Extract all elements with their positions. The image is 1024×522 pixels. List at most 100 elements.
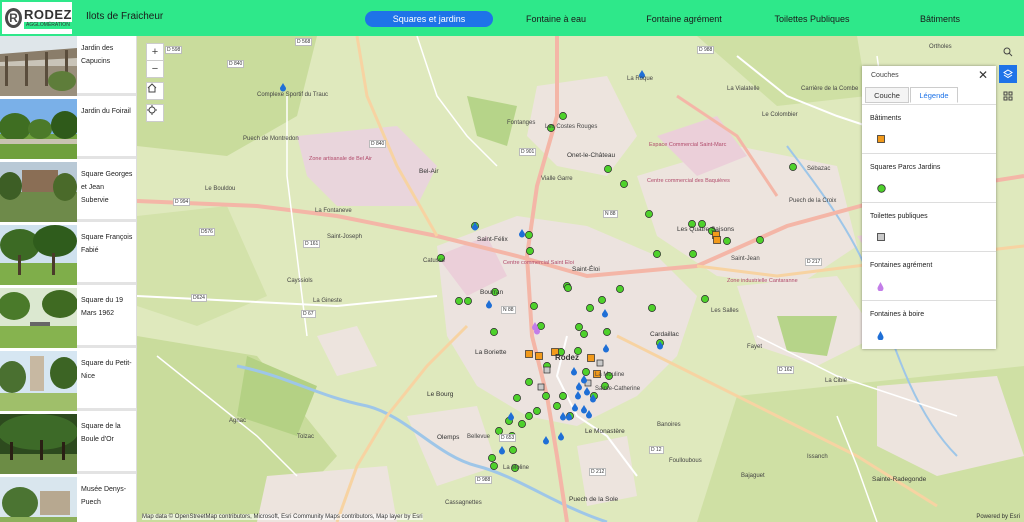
map-label-sainte-catherine: Sainte-Catherine	[595, 386, 641, 392]
park-marker[interactable]	[645, 210, 653, 218]
list-item-label: Jardin du Foirail	[81, 108, 131, 115]
park-marker[interactable]	[525, 231, 533, 239]
park-marker[interactable]	[533, 407, 541, 415]
park-marker[interactable]	[582, 368, 590, 376]
list-item[interactable]: Musée Denys-Puech	[0, 477, 136, 522]
road-label: D 994	[173, 198, 191, 206]
zoom-out-button[interactable]: −	[146, 60, 164, 78]
map-label-la-moline: La Moline	[503, 465, 530, 471]
toilet-marker[interactable]	[596, 359, 604, 367]
map-label-vialle-garre: Vialle Garre	[541, 176, 573, 182]
map-label-colombier: Le Colombier	[762, 112, 798, 118]
legend-section-fontaines-boire: Fontaines à boire	[862, 300, 996, 349]
tab-legende[interactable]: Légende	[910, 87, 958, 103]
building-marker[interactable]	[525, 350, 533, 358]
park-marker[interactable]	[490, 462, 498, 470]
building-marker[interactable]	[535, 352, 543, 360]
list-item[interactable]: Square de la Boule d'Or	[0, 414, 136, 474]
map-label-la-mouline: La Mouline	[595, 372, 625, 378]
list-item-label: Jardin des Capucins	[81, 45, 114, 65]
map-label-espace-saint-marc: Espace Commercial Saint-Marc	[649, 142, 727, 148]
park-marker[interactable]	[653, 250, 661, 258]
map-label-sebazac: Sébazac	[807, 166, 831, 172]
legend-label: Bâtiments	[870, 115, 902, 122]
park-marker[interactable]	[575, 323, 583, 331]
toilet-marker[interactable]	[543, 366, 551, 374]
park-marker[interactable]	[580, 330, 588, 338]
map-label-issanch: Issanch	[807, 454, 828, 460]
park-marker[interactable]	[513, 394, 521, 402]
park-marker[interactable]	[620, 180, 628, 188]
list-item[interactable]: Jardin des Capucins	[0, 36, 136, 96]
logo-subtitle: AGGLOMÉRATION	[24, 21, 72, 29]
legend-label: Fontaines à boire	[870, 311, 925, 318]
map-attribution: Map data © OpenStreetMap contributors, M…	[142, 514, 423, 520]
park-marker[interactable]	[488, 454, 496, 462]
list-item[interactable]: Square Georges et Jean Subervie	[0, 162, 136, 222]
park-marker[interactable]	[564, 284, 572, 292]
tab-batiments[interactable]: Bâtiments	[884, 11, 996, 27]
building-marker[interactable]	[713, 236, 721, 244]
park-marker[interactable]	[789, 163, 797, 171]
layers-panel: Couches ✕ Couche Légende Bâtiments Squar…	[862, 66, 996, 349]
list-item[interactable]: Square du Petit-Nice	[0, 351, 136, 411]
park-marker[interactable]	[648, 304, 656, 312]
park-marker[interactable]	[542, 392, 550, 400]
tab-fontaine-eau[interactable]: Fontaine à eau	[500, 11, 612, 27]
list-item[interactable]: Jardin du Foirail	[0, 99, 136, 159]
search-button[interactable]	[999, 43, 1017, 61]
basemap-gallery-button[interactable]	[999, 87, 1017, 105]
map-label-tolzac: Tolzac	[297, 434, 315, 440]
park-marker[interactable]	[604, 165, 612, 173]
sidebar-list: Jardin des Capucins Jardin du Foirail Sq…	[0, 36, 137, 522]
locate-button[interactable]	[146, 104, 164, 122]
park-marker[interactable]	[689, 250, 697, 258]
legend-label: Squares Parcs Jardins	[870, 164, 941, 171]
park-marker[interactable]	[701, 295, 709, 303]
park-marker[interactable]	[603, 328, 611, 336]
thumbnail-image	[0, 288, 77, 348]
map-label-les-costes: Les Costes Rouges	[545, 124, 598, 130]
layers-button[interactable]	[999, 65, 1017, 83]
layers-icon	[1003, 69, 1013, 79]
park-marker[interactable]	[490, 328, 498, 336]
logo-name: RODEZ	[24, 6, 72, 22]
road-label: D 840	[227, 60, 245, 68]
park-marker[interactable]	[598, 296, 606, 304]
park-marker[interactable]	[518, 420, 526, 428]
park-marker[interactable]	[616, 285, 624, 293]
map-label-banoires: Banoires	[657, 422, 681, 428]
park-marker[interactable]	[526, 247, 534, 255]
map-label-onet: Onet-le-Château	[567, 152, 616, 159]
park-marker[interactable]	[525, 378, 533, 386]
park-marker[interactable]	[756, 236, 764, 244]
map-label-la-roque: La Roque	[627, 76, 654, 82]
toilet-marker[interactable]	[537, 383, 545, 391]
park-marker[interactable]	[559, 392, 567, 400]
thumbnail-image	[0, 351, 77, 411]
map-label-puech-sole: Puech de la Sole	[569, 496, 619, 503]
park-marker[interactable]	[559, 112, 567, 120]
park-marker[interactable]	[464, 297, 472, 305]
park-marker[interactable]	[455, 297, 463, 305]
park-marker[interactable]	[509, 446, 517, 454]
list-item[interactable]: Square François Fabié	[0, 225, 136, 285]
tab-toilettes-publiques[interactable]: Toilettes Publiques	[756, 11, 868, 27]
park-marker[interactable]	[723, 237, 731, 245]
map-label-le-bourg: Le Bourg	[427, 391, 454, 398]
building-marker[interactable]	[587, 354, 595, 362]
close-icon[interactable]: ✕	[978, 68, 988, 82]
list-item[interactable]: Square du 19 Mars 1962	[0, 288, 136, 348]
road-label: N 88	[501, 306, 516, 314]
zoom-in-button[interactable]: +	[146, 43, 164, 61]
park-marker[interactable]	[586, 304, 594, 312]
tab-fontaine-agrement[interactable]: Fontaine agrément	[628, 11, 740, 27]
park-marker[interactable]	[530, 302, 538, 310]
tab-couche[interactable]: Couche	[865, 87, 909, 103]
park-marker[interactable]	[525, 412, 533, 420]
tab-squares-jardins[interactable]: Squares et jardins	[365, 11, 493, 27]
map-label-saint-felix: Saint-Félix	[477, 236, 508, 243]
park-marker[interactable]	[553, 402, 561, 410]
home-button[interactable]	[146, 82, 164, 100]
powered-by[interactable]: Powered by Esri	[976, 514, 1020, 520]
